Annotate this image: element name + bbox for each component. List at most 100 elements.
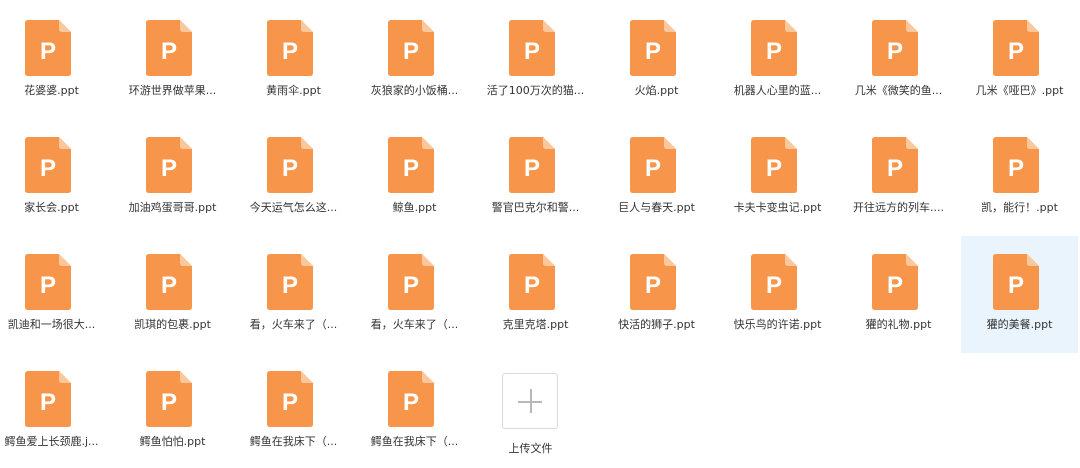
ppt-file-icon: P [872,20,918,76]
file-name: 鳄鱼在我床下（... [370,435,459,448]
file-name: 獾的美餐.ppt [986,318,1053,331]
file-item[interactable]: P 凯琪的包裹.ppt [114,236,231,353]
file-item[interactable]: P 鳄鱼在我床下（... [356,353,473,468]
file-item[interactable]: P 几米《微笑的鱼... [840,2,957,119]
file-item[interactable]: P 活了100万次的猫... [477,2,594,119]
ppt-file-icon: P [25,20,71,76]
file-name: 看，火车来了（... [249,318,338,331]
file-name: 灰狼家的小饭桶... [370,84,459,97]
file-item[interactable]: P 看，火车来了（... [235,236,352,353]
file-name: 鳄鱼怕怕.ppt [139,435,206,448]
file-item[interactable]: P 鳄鱼怕怕.ppt [114,353,231,468]
file-item[interactable]: P 开往远方的列车.... [840,119,957,236]
ppt-file-icon: P [630,20,676,76]
file-item[interactable]: P 巨人与春天.ppt [598,119,715,236]
file-name: 开往远方的列车.... [853,201,944,214]
ppt-file-icon: P [509,254,555,310]
ppt-file-icon: P [509,20,555,76]
svg-text:P: P [645,155,661,182]
file-name: 獾的礼物.ppt [865,318,932,331]
svg-text:P: P [282,38,298,65]
upload-label: 上传文件 [508,442,553,455]
file-item[interactable]: P 凯，能行！.ppt [961,119,1078,236]
svg-text:P: P [40,38,56,65]
ppt-file-icon: P [872,137,918,193]
file-item[interactable]: P 獾的礼物.ppt [840,236,957,353]
file-item[interactable]: P 加油鸡蛋哥哥.ppt [114,119,231,236]
svg-text:P: P [161,272,177,299]
svg-text:P: P [524,272,540,299]
file-name: 克里克塔.ppt [502,318,569,331]
ppt-file-icon: P [267,20,313,76]
ppt-file-icon: P [751,254,797,310]
file-item[interactable]: P 鳄鱼在我床下（... [235,353,352,468]
file-name: 活了100万次的猫... [486,84,585,97]
file-item[interactable]: P 黄雨伞.ppt [235,2,352,119]
file-name: 家长会.ppt [24,201,79,214]
svg-text:P: P [1008,155,1024,182]
file-item[interactable]: P 凯迪和一场很大... [0,236,110,353]
file-item[interactable]: P 灰狼家的小饭桶... [356,2,473,119]
file-item[interactable]: P 快乐鸟的许诺.ppt [719,236,836,353]
ppt-file-icon: P [388,20,434,76]
ppt-file-icon: P [509,137,555,193]
ppt-file-icon: P [993,20,1039,76]
file-name: 几米《哑巴》.ppt [975,84,1064,97]
svg-text:P: P [282,389,298,416]
file-item[interactable]: P 火焰.ppt [598,2,715,119]
file-name: 鲸鱼.ppt [392,201,437,214]
ppt-file-icon: P [388,371,434,427]
file-name: 快乐鸟的许诺.ppt [733,318,822,331]
file-item[interactable]: P 卡夫卡变虫记.ppt [719,119,836,236]
ppt-file-icon: P [630,254,676,310]
file-item[interactable]: P 獾的美餐.ppt [961,236,1078,353]
file-item[interactable]: P 机器人心里的蓝... [719,2,836,119]
file-item[interactable]: P 鳄鱼爱上长颈鹿.j... [0,353,110,468]
file-item[interactable]: P 快活的狮子.ppt [598,236,715,353]
svg-text:P: P [1008,38,1024,65]
file-item[interactable]: P 今天运气怎么这... [235,119,352,236]
svg-text:P: P [161,155,177,182]
file-name: 鳄鱼在我床下（... [249,435,338,448]
ppt-file-icon: P [267,254,313,310]
file-item[interactable]: P 环游世界做苹果... [114,2,231,119]
svg-text:P: P [524,155,540,182]
file-name: 机器人心里的蓝... [733,84,822,97]
file-item[interactable]: P 克里克塔.ppt [477,236,594,353]
file-item[interactable]: P 几米《哑巴》.ppt [961,2,1078,119]
ppt-file-icon: P [267,137,313,193]
ppt-file-icon: P [146,20,192,76]
file-name: 凯迪和一场很大... [7,318,96,331]
file-item[interactable]: P 警官巴克尔和警... [477,119,594,236]
file-name: 火焰.ppt [634,84,679,97]
svg-text:P: P [403,272,419,299]
svg-text:P: P [887,38,903,65]
file-item[interactable]: P 家长会.ppt [0,119,110,236]
file-name: 环游世界做苹果... [128,84,217,97]
file-item[interactable]: P 花婆婆.ppt [0,2,110,119]
file-item[interactable]: P 看，火车来了（... [356,236,473,353]
upload-button[interactable] [502,373,558,429]
file-name: 今天运气怎么这... [249,201,338,214]
file-name: 黄雨伞.ppt [266,84,321,97]
ppt-file-icon: P [25,371,71,427]
svg-text:P: P [40,272,56,299]
svg-text:P: P [766,272,782,299]
svg-text:P: P [766,155,782,182]
svg-text:P: P [403,38,419,65]
ppt-file-icon: P [146,371,192,427]
ppt-file-icon: P [751,20,797,76]
svg-text:P: P [766,38,782,65]
svg-text:P: P [40,155,56,182]
file-name: 巨人与春天.ppt [618,201,695,214]
svg-text:P: P [403,389,419,416]
ppt-file-icon: P [146,254,192,310]
ppt-file-icon: P [146,137,192,193]
ppt-file-icon: P [993,254,1039,310]
file-item[interactable]: P 鲸鱼.ppt [356,119,473,236]
ppt-file-icon: P [25,254,71,310]
file-name: 警官巴克尔和警... [491,201,580,214]
file-name: 卡夫卡变虫记.ppt [733,201,822,214]
svg-text:P: P [645,38,661,65]
svg-text:P: P [403,155,419,182]
